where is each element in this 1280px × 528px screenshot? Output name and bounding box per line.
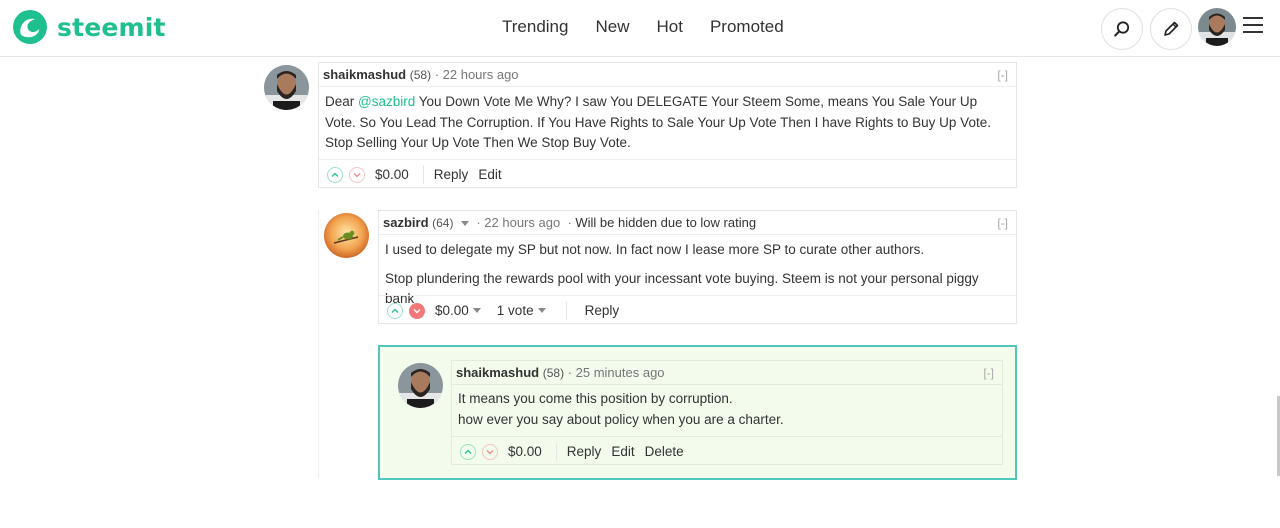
menu-button[interactable] [1243,17,1263,35]
footer-divider [555,442,557,461]
author-avatar-image [324,213,369,258]
pencil-icon [1164,21,1179,36]
comment-text: Stop Selling Your Up Vote Then We Stop B… [325,135,631,150]
chevron-down-icon [353,172,361,177]
author-dropdown-caret[interactable] [461,221,470,227]
author-avatar-image [398,363,443,408]
downvote-button[interactable] [409,302,425,319]
separator-dot: · [472,215,485,230]
comment-text: Dear [325,94,359,109]
comment-card: shaikmashud (58) · 22 hours ago [-] Dear… [318,62,1017,188]
comment-avatar[interactable] [398,363,443,408]
comment-header: shaikmashud (58) · 22 hours ago [-] [319,63,1016,87]
comment-header: shaikmashud (58) · 25 minutes ago [-] [452,361,1002,385]
nav-promoted[interactable]: Promoted [710,17,784,37]
separator-dot: · [567,365,576,380]
hamburger-icon-bar [1243,31,1263,33]
comment-text: how ever you say about policy when you a… [458,411,784,427]
vote-count[interactable]: 1 vote [497,303,534,318]
delete-button[interactable]: Delete [645,444,684,459]
comment-timestamp[interactable]: 22 hours ago [443,67,519,82]
footer-divider [565,301,567,320]
upvote-button[interactable] [460,443,476,460]
hamburger-icon-bar [1243,17,1263,19]
comment-footer: $0.00 Reply Edit [319,159,1016,189]
comment-author[interactable]: shaikmashud [323,67,406,82]
comment-card: sazbird (64) · 22 hours ago · Will be hi… [378,210,1017,324]
comment-paragraph: I used to delegate my SP but not now. In… [385,242,925,257]
author-reputation: (58) [542,366,565,380]
comment-card: shaikmashud (58) · 25 minutes ago [-] It… [451,360,1003,465]
comment-text: You Down Vote Me Why? I saw You DELEGATE… [325,94,991,130]
separator-dot: · [434,67,443,82]
comment-timestamp[interactable]: 22 hours ago [484,215,560,230]
submit-story-button[interactable] [1150,8,1192,50]
comment-payout[interactable]: $0.00 [435,303,469,318]
user-avatar[interactable] [1198,8,1236,46]
reply-button[interactable]: Reply [585,303,620,318]
comment-avatar[interactable] [264,65,309,110]
collapse-toggle[interactable]: [-] [997,211,1008,235]
author-avatar-image [264,65,309,110]
main-nav: Trending New Hot Promoted [502,17,811,37]
chevron-up-icon [331,172,339,177]
reply-button[interactable]: Reply [434,167,469,182]
author-reputation: (64) [432,216,454,230]
upvote-button[interactable] [327,166,343,183]
comment-timestamp[interactable]: 25 minutes ago [576,365,665,380]
comment-author[interactable]: shaikmashud [456,365,539,380]
search-icon [1114,21,1130,37]
low-rating-notice: Will be hidden due to low rating [575,215,757,230]
edit-button[interactable]: Edit [478,167,501,182]
app-name: steemit [57,12,166,42]
footer-divider [422,165,424,184]
comment-header: sazbird (64) · 22 hours ago · Will be hi… [379,211,1016,235]
comment-avatar[interactable] [324,213,369,258]
downvote-button[interactable] [349,166,365,183]
comment-body: It means you come this position by corru… [458,389,996,430]
chevron-up-icon [391,308,399,313]
comment-footer: $0.00 Reply Edit Delete [452,436,1002,466]
chevron-down-icon [413,308,421,313]
author-reputation: (58) [409,68,432,82]
payout-dropdown-caret[interactable] [472,308,481,313]
collapse-toggle[interactable]: [-] [983,361,994,385]
collapse-toggle[interactable]: [-] [997,63,1008,87]
comment-payout[interactable]: $0.00 [508,444,542,459]
steemit-logo-icon [13,10,47,44]
separator-dot: · [563,215,576,230]
nav-hot[interactable]: Hot [656,17,682,37]
upvote-button[interactable] [387,302,403,319]
search-button[interactable] [1101,8,1143,50]
comment-text: It means you come this position by corru… [458,391,733,406]
top-header: steemit Trending New Hot Promoted [0,0,1280,57]
comment-payout[interactable]: $0.00 [375,167,409,182]
downvote-button[interactable] [482,443,498,460]
hamburger-icon-bar [1243,24,1263,26]
chevron-up-icon [464,449,472,454]
nav-new[interactable]: New [595,17,629,37]
thread-indent-line [318,210,319,478]
user-avatar-image [1198,8,1236,46]
votes-dropdown-caret[interactable] [537,308,546,313]
reply-button[interactable]: Reply [567,444,602,459]
edit-button[interactable]: Edit [611,444,634,459]
nav-trending[interactable]: Trending [502,17,568,37]
chevron-down-icon [486,449,494,454]
steemit-logo[interactable]: steemit [12,9,166,45]
comment-author[interactable]: sazbird [383,215,429,230]
comment-body: Dear @sazbird You Down Vote Me Why? I sa… [325,92,1010,154]
comment-footer: $0.00 1 vote Reply [379,295,1016,325]
user-mention-link[interactable]: @sazbird [358,94,415,109]
